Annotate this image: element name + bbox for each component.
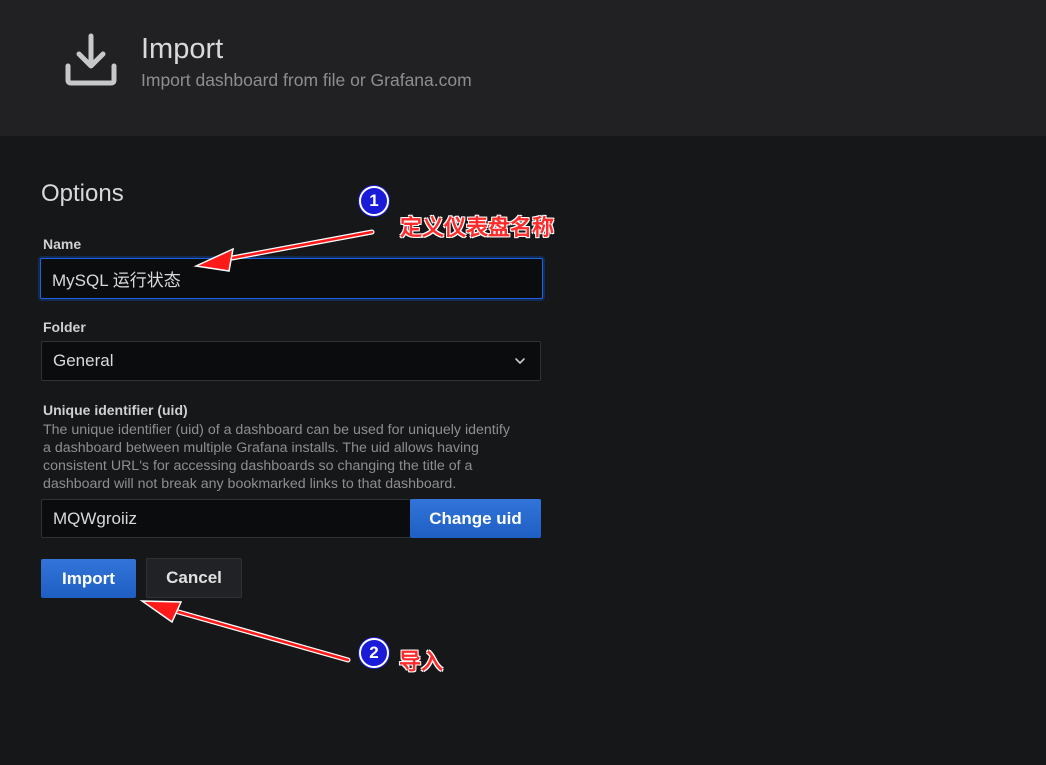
arrow-to-import-button xyxy=(139,600,351,663)
change-uid-button[interactable]: Change uid xyxy=(410,499,541,538)
options-heading: Options xyxy=(41,180,124,207)
annotation-text-2: 导入 xyxy=(399,650,444,675)
uid-description-line: The unique identifier (uid) of a dashboa… xyxy=(43,422,510,438)
uid-description-line: consistent URL's for accessing dashboard… xyxy=(43,458,473,474)
cancel-button[interactable]: Cancel xyxy=(146,558,242,598)
uid-description-line: dashboard will not break any bookmarked … xyxy=(43,476,457,492)
page-title: Import xyxy=(141,33,224,65)
folder-label: Folder xyxy=(43,319,86,335)
chevron-down-icon xyxy=(515,358,525,364)
page-header: Import Import dashboard from file or Gra… xyxy=(0,0,1046,136)
annotation-badge-1: 1 xyxy=(359,186,389,216)
name-label: Name xyxy=(43,236,82,252)
import-button[interactable]: Import xyxy=(41,559,136,598)
download-icon xyxy=(65,33,117,86)
uid-description-line: a dashboard between multiple Grafana ins… xyxy=(43,440,479,456)
uid-input[interactable]: MQWgroiiz xyxy=(41,499,411,538)
folder-select-value: General xyxy=(53,351,114,370)
folder-select[interactable]: General xyxy=(41,341,541,381)
name-input-value: MySQL 运行状态 xyxy=(52,271,181,290)
name-input[interactable]: MySQL 运行状态 xyxy=(40,258,543,299)
annotation-text-1: 定义仪表盘名称 xyxy=(400,216,555,241)
annotation-badge-2: 2 xyxy=(359,638,389,668)
uid-input-value: MQWgroiiz xyxy=(53,508,138,528)
uid-label: Unique identifier (uid) xyxy=(43,402,188,418)
uid-description: The unique identifier (uid) of a dashboa… xyxy=(43,421,543,493)
page-subtitle: Import dashboard from file or Grafana.co… xyxy=(141,70,472,90)
